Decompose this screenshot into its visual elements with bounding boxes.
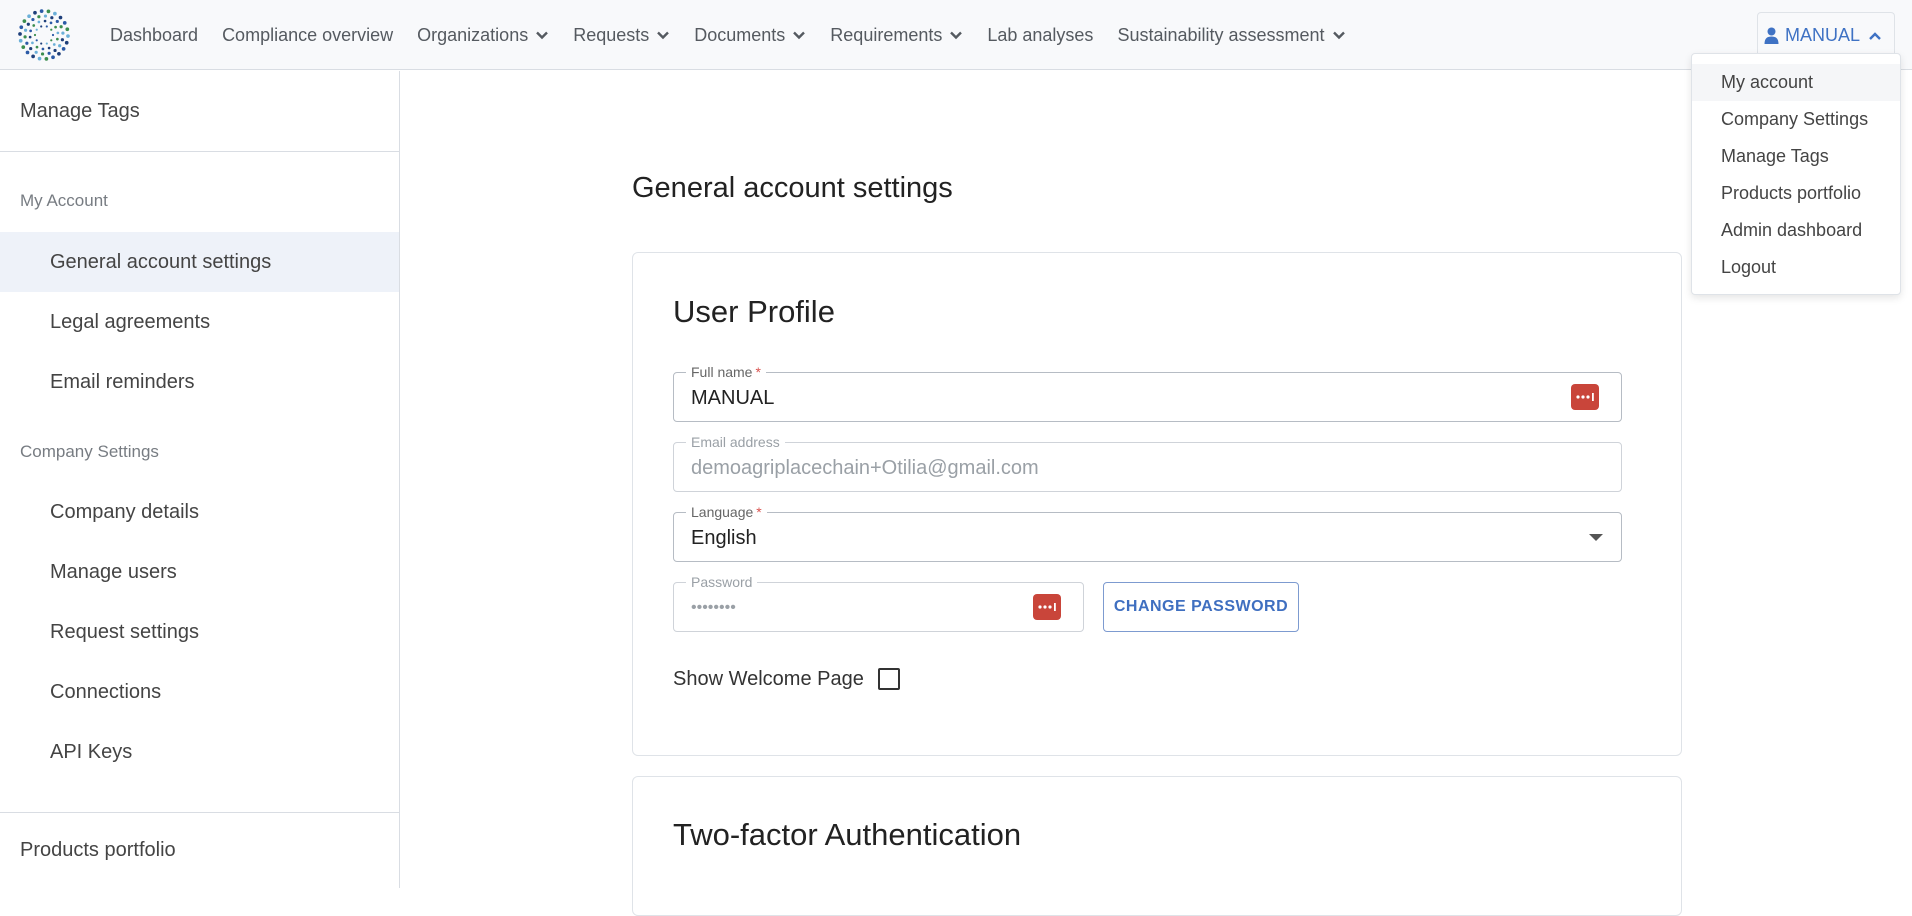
nav-item-label: Organizations xyxy=(417,24,529,45)
full-name-label: Full name xyxy=(691,364,753,380)
nav-requests[interactable]: Requests xyxy=(573,25,670,46)
sidebar-section-my-account: My Account xyxy=(20,191,108,210)
password-field: Password •••••••• xyxy=(673,573,1084,632)
menu-item-my-account[interactable]: My account xyxy=(1692,64,1900,101)
language-selected-value: English xyxy=(691,527,757,549)
menu-item-products-portfolio[interactable]: Products portfolio xyxy=(1692,175,1900,212)
menu-item-company-settings[interactable]: Company Settings xyxy=(1692,101,1900,138)
dropdown-arrow-icon[interactable] xyxy=(1589,534,1603,541)
sidebar-item-email-reminders[interactable]: Email reminders xyxy=(0,352,399,412)
nav-dashboard[interactable]: Dashboard xyxy=(110,25,198,46)
main-nav: Dashboard Compliance overview Organization… xyxy=(110,0,1370,70)
chevron-down-icon xyxy=(950,31,963,40)
nav-organizations[interactable]: Organizations xyxy=(417,25,549,46)
sidebar-products-portfolio[interactable]: Products portfolio xyxy=(0,812,399,888)
nav-documents[interactable]: Documents xyxy=(694,25,806,46)
required-marker: * xyxy=(755,364,761,380)
sidebar-section-company-settings: Company Settings xyxy=(20,442,159,461)
password-input: •••••••• xyxy=(691,599,736,616)
sidebar-item-api-keys[interactable]: API Keys xyxy=(0,722,399,782)
show-welcome-page-label: Show Welcome Page xyxy=(673,668,864,690)
user-icon xyxy=(1764,27,1779,44)
account-menu-button[interactable]: MANUAL xyxy=(1757,12,1895,58)
nav-item-label: Compliance overview xyxy=(222,24,394,45)
show-welcome-page-checkbox[interactable] xyxy=(878,668,900,690)
nav-requirements[interactable]: Requirements xyxy=(830,25,963,46)
two-factor-title: Two-factor Authentication xyxy=(673,817,1022,852)
sidebar-item-legal-agreements[interactable]: Legal agreements xyxy=(0,292,399,352)
nav-sustainability-assessment[interactable]: Sustainability assessment xyxy=(1117,25,1345,46)
nav-item-label: Documents xyxy=(694,24,786,45)
top-navbar: Dashboard Compliance overview Organization… xyxy=(0,0,1912,70)
nav-item-label: Sustainability assessment xyxy=(1117,24,1325,45)
required-marker: * xyxy=(756,504,762,520)
menu-item-manage-tags[interactable]: Manage Tags xyxy=(1692,138,1900,175)
password-manager-icon[interactable] xyxy=(1571,384,1599,410)
nav-lab-analyses[interactable]: Lab analyses xyxy=(987,25,1093,46)
settings-sidebar: Manage Tags My Account General account s… xyxy=(0,71,400,888)
email-field: Email address demoagriplacechain+Otilia@… xyxy=(673,433,1622,492)
chevron-down-icon xyxy=(657,31,670,40)
chevron-down-icon xyxy=(536,31,549,40)
sidebar-item-manage-users[interactable]: Manage users xyxy=(0,542,399,602)
sidebar-item-connections[interactable]: Connections xyxy=(0,662,399,722)
language-label: Language xyxy=(691,504,754,520)
chevron-down-icon xyxy=(1332,31,1345,40)
account-dropdown-menu: My account Company Settings Manage Tags … xyxy=(1691,53,1901,295)
chevron-down-icon xyxy=(793,31,806,40)
full-name-input[interactable]: MANUAL xyxy=(691,387,774,410)
email-label: Email address xyxy=(686,433,785,451)
sidebar-item-request-settings[interactable]: Request settings xyxy=(0,602,399,662)
nav-item-label: Requests xyxy=(573,24,650,45)
language-select[interactable]: Language * English xyxy=(673,503,1622,562)
user-profile-card: User Profile Full name * MANUAL Email add… xyxy=(632,252,1682,756)
two-factor-card: Two-factor Authentication xyxy=(632,776,1682,916)
user-profile-title: User Profile xyxy=(673,294,835,329)
full-name-field[interactable]: Full name * MANUAL xyxy=(673,363,1622,422)
nav-item-label: Dashboard xyxy=(110,24,199,45)
nav-item-label: Lab analyses xyxy=(987,24,1094,45)
password-manager-icon[interactable] xyxy=(1033,594,1061,620)
change-password-button[interactable]: CHANGE PASSWORD xyxy=(1103,582,1299,632)
nav-compliance-overview[interactable]: Compliance overview xyxy=(222,25,393,46)
email-input: demoagriplacechain+Otilia@gmail.com xyxy=(691,457,1039,479)
sidebar-item-company-details[interactable]: Company details xyxy=(0,482,399,542)
sidebar-manage-tags[interactable]: Manage Tags xyxy=(0,71,399,152)
account-name: MANUAL xyxy=(1784,25,1860,45)
page-title: General account settings xyxy=(632,172,953,204)
sidebar-item-general-account-settings[interactable]: General account settings xyxy=(0,232,399,292)
menu-item-logout[interactable]: Logout xyxy=(1692,249,1900,286)
company-logo[interactable] xyxy=(18,9,70,61)
nav-item-label: Requirements xyxy=(830,24,943,45)
password-label: Password xyxy=(686,573,758,591)
menu-item-admin-dashboard[interactable]: Admin dashboard xyxy=(1692,212,1900,249)
chevron-up-icon xyxy=(1869,31,1881,40)
